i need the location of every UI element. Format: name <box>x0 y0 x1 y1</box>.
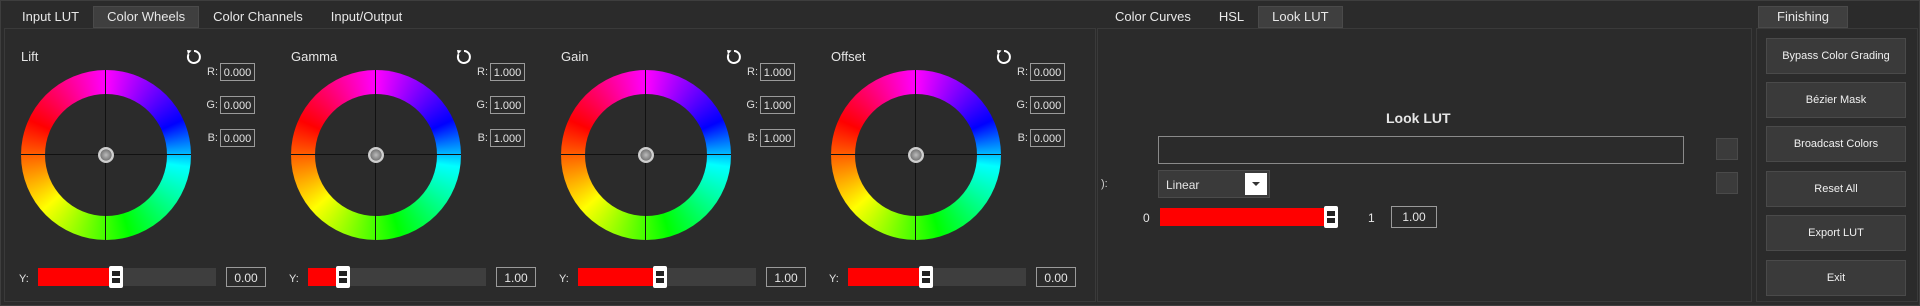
tab-input-output[interactable]: Input/Output <box>317 6 417 28</box>
color-wheel[interactable] <box>831 70 1001 240</box>
color-wheel[interactable] <box>561 70 731 240</box>
interpolation-dropdown[interactable]: Linear <box>1158 170 1270 198</box>
g-field[interactable]: 0.000 <box>220 96 255 114</box>
blend-max-label: 1 <box>1368 211 1375 225</box>
wheel-handle[interactable] <box>908 147 924 163</box>
b-field[interactable]: 1.000 <box>760 129 795 147</box>
tab-input-lut[interactable]: Input LUT <box>8 6 93 28</box>
b-label: B: <box>747 132 758 144</box>
blend-min-label: 0 <box>1143 211 1150 225</box>
color-wheel[interactable] <box>291 70 461 240</box>
y-value-field[interactable]: 0.00 <box>1036 267 1076 287</box>
broadcast-colors-button[interactable]: Broadcast Colors <box>1766 126 1906 162</box>
g-field[interactable]: 1.000 <box>760 96 795 114</box>
b-label: B: <box>477 132 488 144</box>
y-slider-fill <box>848 268 921 286</box>
r-field[interactable]: 0.000 <box>220 63 255 81</box>
y-slider[interactable] <box>848 266 1026 288</box>
y-slider[interactable] <box>38 266 216 288</box>
blend-value-field[interactable]: 1.00 <box>1391 206 1437 228</box>
reset-all-button[interactable]: Reset All <box>1766 171 1906 207</box>
r-field[interactable]: 0.000 <box>1030 63 1065 81</box>
interp-label: ): <box>1101 178 1108 190</box>
r-label: R: <box>1017 66 1028 78</box>
b-field[interactable]: 0.000 <box>1030 129 1065 147</box>
r-label: R: <box>207 66 218 78</box>
g-label: G: <box>206 99 218 111</box>
tab-look-lut[interactable]: Look LUT <box>1258 6 1343 28</box>
wheel-title: Offset <box>831 49 866 64</box>
tab-color-channels[interactable]: Color Channels <box>199 6 317 28</box>
wheel-handle[interactable] <box>638 147 654 163</box>
look-lut-panel <box>1097 28 1752 302</box>
y-value-field[interactable]: 1.00 <box>496 267 536 287</box>
reset-icon[interactable] <box>725 48 743 66</box>
r-label: R: <box>747 66 758 78</box>
y-label: Y: <box>19 273 29 285</box>
r-field[interactable]: 1.000 <box>760 63 795 81</box>
left-tabbar: Input LUT Color Wheels Color Channels In… <box>8 6 416 28</box>
blend-slider-fill <box>1160 208 1332 226</box>
y-label: Y: <box>559 273 569 285</box>
y-slider-fill <box>38 268 111 286</box>
interpolation-value: Linear <box>1166 178 1200 192</box>
wheel-block-1: Gamma R: 1.000 G: 1.000 B: 1.000 Y: 1.00 <box>289 42 541 292</box>
wheel-handle[interactable] <box>98 147 114 163</box>
export-lut-button[interactable]: Export LUT <box>1766 215 1906 251</box>
bezier-mask-button[interactable]: Bézier Mask <box>1766 82 1906 118</box>
wheel-title: Gain <box>561 49 589 64</box>
reset-icon[interactable] <box>455 48 473 66</box>
wheel-block-2: Gain R: 1.000 G: 1.000 B: 1.000 Y: 1.00 <box>559 42 811 292</box>
blend-slider-thumb[interactable] <box>1324 206 1338 228</box>
y-label: Y: <box>289 273 299 285</box>
right-tabbar: Finishing <box>1758 6 1849 28</box>
look-lut-browse-button[interactable] <box>1716 138 1738 160</box>
wheel-title: Gamma <box>291 49 338 64</box>
b-label: B: <box>207 132 218 144</box>
y-slider-thumb[interactable] <box>919 266 933 288</box>
y-slider-thumb[interactable] <box>653 266 667 288</box>
tab-color-curves[interactable]: Color Curves <box>1101 6 1205 28</box>
tab-hsl[interactable]: HSL <box>1205 6 1258 28</box>
g-field[interactable]: 0.000 <box>1030 96 1065 114</box>
y-slider-fill <box>578 268 655 286</box>
y-slider-thumb[interactable] <box>109 266 123 288</box>
bypass-color-grading-button[interactable]: Bypass Color Grading <box>1766 38 1906 74</box>
b-label: B: <box>1017 132 1028 144</box>
g-label: G: <box>746 99 758 111</box>
look-lut-aux-button[interactable] <box>1716 172 1738 194</box>
look-lut-file-field[interactable] <box>1158 136 1684 164</box>
chevron-down-icon[interactable] <box>1245 173 1267 195</box>
y-slider-thumb[interactable] <box>336 266 350 288</box>
g-field[interactable]: 1.000 <box>490 96 525 114</box>
color-wheel[interactable] <box>21 70 191 240</box>
reset-icon[interactable] <box>185 48 203 66</box>
y-value-field[interactable]: 0.00 <box>226 267 266 287</box>
wheel-title: Lift <box>21 49 39 64</box>
blend-slider[interactable] <box>1160 206 1338 228</box>
g-label: G: <box>1016 99 1028 111</box>
b-field[interactable]: 0.000 <box>220 129 255 147</box>
look-lut-title: Look LUT <box>1386 110 1451 126</box>
b-field[interactable]: 1.000 <box>490 129 525 147</box>
reset-icon[interactable] <box>995 48 1013 66</box>
y-value-field[interactable]: 1.00 <box>766 267 806 287</box>
tab-color-wheels[interactable]: Color Wheels <box>93 6 200 28</box>
g-label: G: <box>476 99 488 111</box>
exit-button[interactable]: Exit <box>1766 260 1906 296</box>
wheel-block-3: Offset R: 0.000 G: 0.000 B: 0.000 Y: 0.0… <box>829 42 1081 292</box>
r-field[interactable]: 1.000 <box>490 63 525 81</box>
tab-finishing[interactable]: Finishing <box>1758 6 1849 28</box>
wheel-handle[interactable] <box>368 147 384 163</box>
y-label: Y: <box>829 273 839 285</box>
mid-tabbar: Color Curves HSL Look LUT <box>1101 6 1343 28</box>
y-slider[interactable] <box>308 266 486 288</box>
y-slider-fill <box>308 268 338 286</box>
y-slider[interactable] <box>578 266 756 288</box>
wheel-block-0: Lift R: 0.000 G: 0.000 B: 0.000 Y: 0.00 <box>19 42 271 292</box>
r-label: R: <box>477 66 488 78</box>
